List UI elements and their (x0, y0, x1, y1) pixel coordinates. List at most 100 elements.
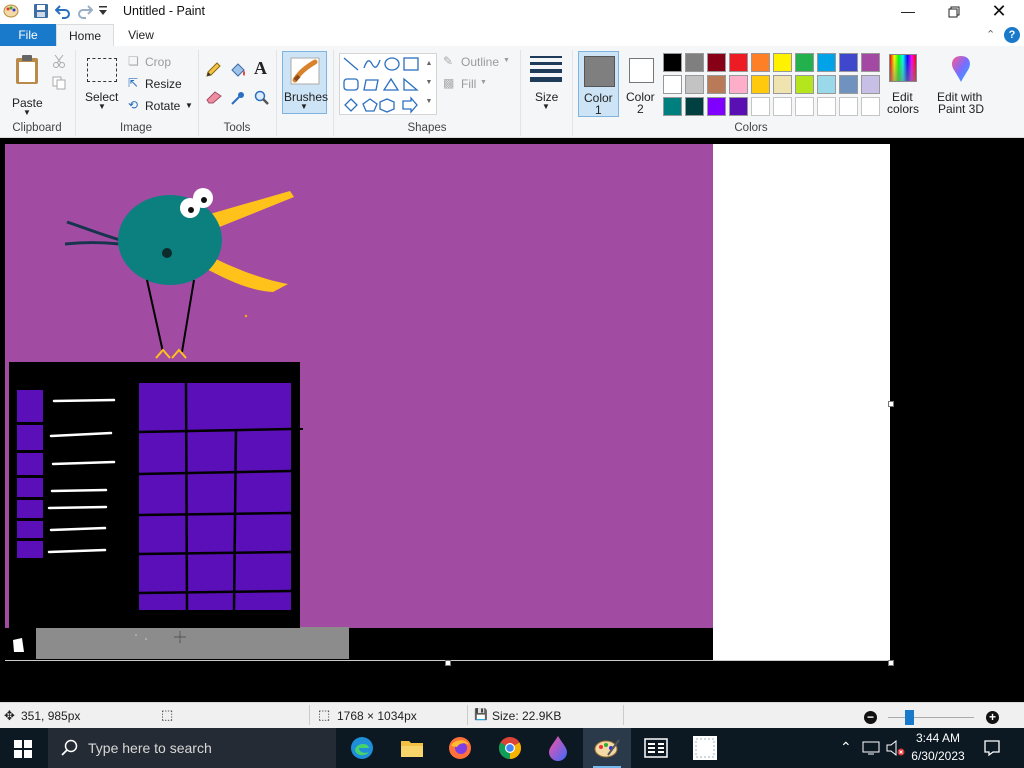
edit-with-paint3d-button[interactable]: Edit with Paint 3D (934, 52, 988, 118)
palette-empty-slot[interactable] (839, 97, 858, 116)
eraser-icon[interactable] (205, 90, 223, 107)
taskbar-edge[interactable] (338, 728, 386, 768)
palette-swatch[interactable] (817, 53, 836, 72)
palette-swatch[interactable] (685, 75, 704, 94)
palette-swatch[interactable] (773, 75, 792, 94)
resize-handle-right[interactable] (888, 401, 894, 407)
separator (276, 50, 277, 136)
crop-label: Crop (145, 55, 172, 69)
outline-dropdown-icon: ▼ (503, 57, 510, 64)
shapes-scroll[interactable]: ▲ ▼ ▼ (424, 54, 434, 112)
text-icon[interactable]: A (254, 58, 267, 79)
select-button[interactable]: Select ▼ (82, 54, 122, 116)
palette-swatch[interactable] (707, 97, 726, 116)
shapes-gallery[interactable] (339, 53, 437, 115)
maximize-button[interactable] (931, 0, 977, 24)
size-button[interactable]: Size ▼ (526, 52, 566, 114)
palette-swatch[interactable] (685, 53, 704, 72)
edit-colors-button[interactable]: Edit colors (884, 52, 922, 118)
resize-handle-bottom[interactable] (445, 660, 451, 666)
color-picker-icon[interactable] (230, 90, 246, 109)
notifications-icon[interactable] (983, 739, 1001, 757)
palette-swatch[interactable] (839, 75, 858, 94)
palette-swatch[interactable] (663, 75, 682, 94)
palette-swatch[interactable] (707, 75, 726, 94)
clock-time[interactable]: 3:44 AM (914, 731, 962, 745)
pencil-icon[interactable] (205, 62, 221, 81)
collapse-ribbon-icon[interactable]: ⌃ (986, 28, 995, 41)
chrome-icon (499, 737, 521, 759)
palette-swatch[interactable] (707, 53, 726, 72)
palette-swatch[interactable] (685, 97, 704, 116)
cut-icon[interactable] (52, 54, 66, 71)
palette-swatch[interactable] (729, 75, 748, 94)
help-icon[interactable]: ? (1004, 27, 1020, 43)
paste-button[interactable]: Paste ▼ (8, 52, 48, 118)
tab-file[interactable]: File (0, 24, 56, 46)
clock-date[interactable]: 6/30/2023 (910, 749, 966, 763)
taskbar-file-explorer[interactable] (387, 728, 435, 768)
palette-swatch[interactable] (751, 75, 770, 94)
taskbar-task-manager[interactable] (632, 728, 680, 768)
select-dropdown-icon[interactable]: ▼ (98, 102, 106, 111)
separator (572, 50, 573, 136)
palette-swatch[interactable] (663, 97, 682, 116)
search-placeholder: Type here to search (88, 740, 212, 756)
redo-icon[interactable] (77, 3, 94, 22)
resize-handle-corner[interactable] (888, 660, 894, 666)
network-icon[interactable] (862, 740, 880, 756)
rotate-dropdown-icon: ▼ (185, 101, 193, 110)
palette-swatch[interactable] (663, 53, 682, 72)
taskbar-search-box[interactable]: Type here to search (48, 728, 336, 768)
show-hidden-icons-icon[interactable]: ⌃ (840, 739, 852, 756)
fill-label: Fill (461, 77, 477, 91)
palette-swatch[interactable] (795, 75, 814, 94)
palette-swatch[interactable] (861, 53, 880, 72)
save-icon[interactable] (33, 3, 49, 22)
drawing-canvas[interactable] (5, 144, 890, 661)
tab-home[interactable]: Home (56, 24, 114, 47)
magnifier-icon[interactable] (254, 90, 270, 109)
palette-swatch[interactable] (839, 53, 858, 72)
taskbar-chrome[interactable] (486, 728, 534, 768)
undo-icon[interactable] (54, 3, 71, 22)
zoom-slider-thumb[interactable] (905, 710, 914, 725)
edit-colors-line2: colors (887, 102, 920, 116)
color1-button[interactable]: Color 1 (578, 51, 619, 117)
zoom-in-icon[interactable]: + (986, 711, 999, 724)
zoom-slider-track[interactable] (888, 717, 974, 718)
fill-icon[interactable] (229, 62, 247, 81)
start-button[interactable] (14, 740, 32, 761)
close-button[interactable]: ✕ (976, 0, 1022, 24)
taskbar-firefox[interactable] (436, 728, 484, 768)
palette-swatch[interactable] (751, 53, 770, 72)
palette-empty-slot[interactable] (751, 97, 770, 116)
minimize-button[interactable]: — (885, 0, 931, 24)
palette-swatch[interactable] (773, 53, 792, 72)
palette-empty-slot[interactable] (817, 97, 836, 116)
palette-swatch[interactable] (795, 53, 814, 72)
image-group-label: Image (120, 122, 152, 134)
palette-swatch[interactable] (817, 75, 836, 94)
taskbar-paint[interactable] (583, 728, 631, 768)
select-icon (87, 58, 117, 82)
brushes-button[interactable]: Brushes ▼ (282, 51, 328, 114)
zoom-out-icon[interactable]: − (864, 711, 877, 724)
file-explorer-icon (401, 741, 423, 757)
color2-number: 2 (637, 102, 644, 116)
tab-view[interactable]: View (118, 24, 164, 46)
color2-button[interactable]: Color 2 (622, 51, 659, 117)
palette-swatch[interactable] (861, 75, 880, 94)
paste-dropdown-icon[interactable]: ▼ (23, 108, 31, 117)
palette-empty-slot[interactable] (773, 97, 792, 116)
palette-empty-slot[interactable] (795, 97, 814, 116)
taskbar-color-picker-app[interactable] (534, 728, 582, 768)
palette-swatch[interactable] (729, 97, 748, 116)
volume-muted-icon[interactable] (885, 739, 905, 757)
customize-qat-icon[interactable] (98, 5, 108, 20)
paint-app-icon[interactable] (3, 3, 19, 22)
copy-icon[interactable] (52, 76, 66, 93)
palette-swatch[interactable] (729, 53, 748, 72)
taskbar-snip-app[interactable] (681, 728, 729, 768)
palette-empty-slot[interactable] (861, 97, 880, 116)
